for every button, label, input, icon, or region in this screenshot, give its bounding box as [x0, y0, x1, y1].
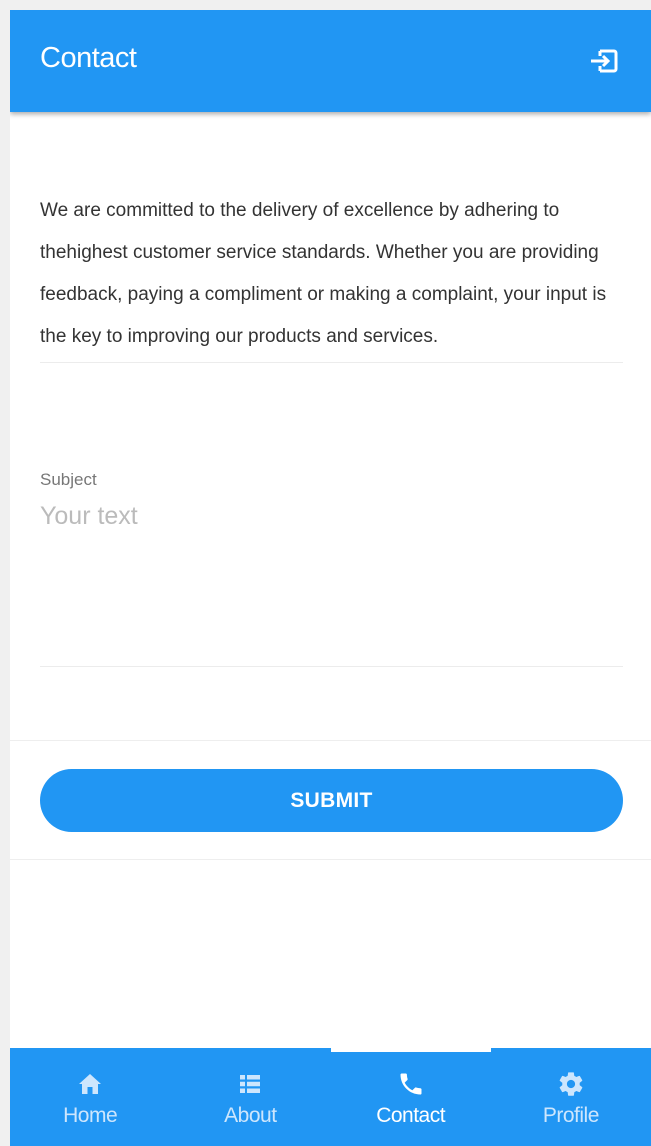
- nav-label-profile: Profile: [542, 1104, 600, 1127]
- nav-item-profile[interactable]: Profile: [491, 1048, 651, 1146]
- nav-label-contact: Contact: [376, 1104, 446, 1127]
- intro-section: We are committed to the delivery of exce…: [40, 190, 623, 363]
- app-bar: Contact: [10, 10, 651, 112]
- page-title: Contact: [40, 42, 137, 74]
- divider: [10, 740, 651, 741]
- bottom-nav: Home About Contact Profile: [10, 1048, 651, 1146]
- list-icon: [236, 1070, 264, 1098]
- nav-item-home[interactable]: Home: [10, 1048, 170, 1146]
- logout-icon: [591, 49, 618, 73]
- nav-label-home: Home: [63, 1104, 118, 1127]
- nav-item-about[interactable]: About: [170, 1048, 330, 1146]
- gear-icon: [557, 1070, 585, 1098]
- nav-label-about: About: [224, 1104, 277, 1127]
- logout-button[interactable]: [587, 44, 621, 78]
- subject-input[interactable]: [40, 502, 623, 667]
- nav-item-contact[interactable]: Contact: [330, 1048, 492, 1146]
- home-icon: [76, 1070, 104, 1098]
- app-screen: Contact We are committed to the delivery…: [10, 10, 651, 1146]
- divider: [10, 859, 651, 860]
- phone-icon: [397, 1070, 425, 1098]
- intro-text: We are committed to the delivery of exce…: [40, 190, 623, 363]
- subject-label: Subject: [40, 470, 97, 489]
- submit-button[interactable]: SUBMIT: [40, 769, 623, 832]
